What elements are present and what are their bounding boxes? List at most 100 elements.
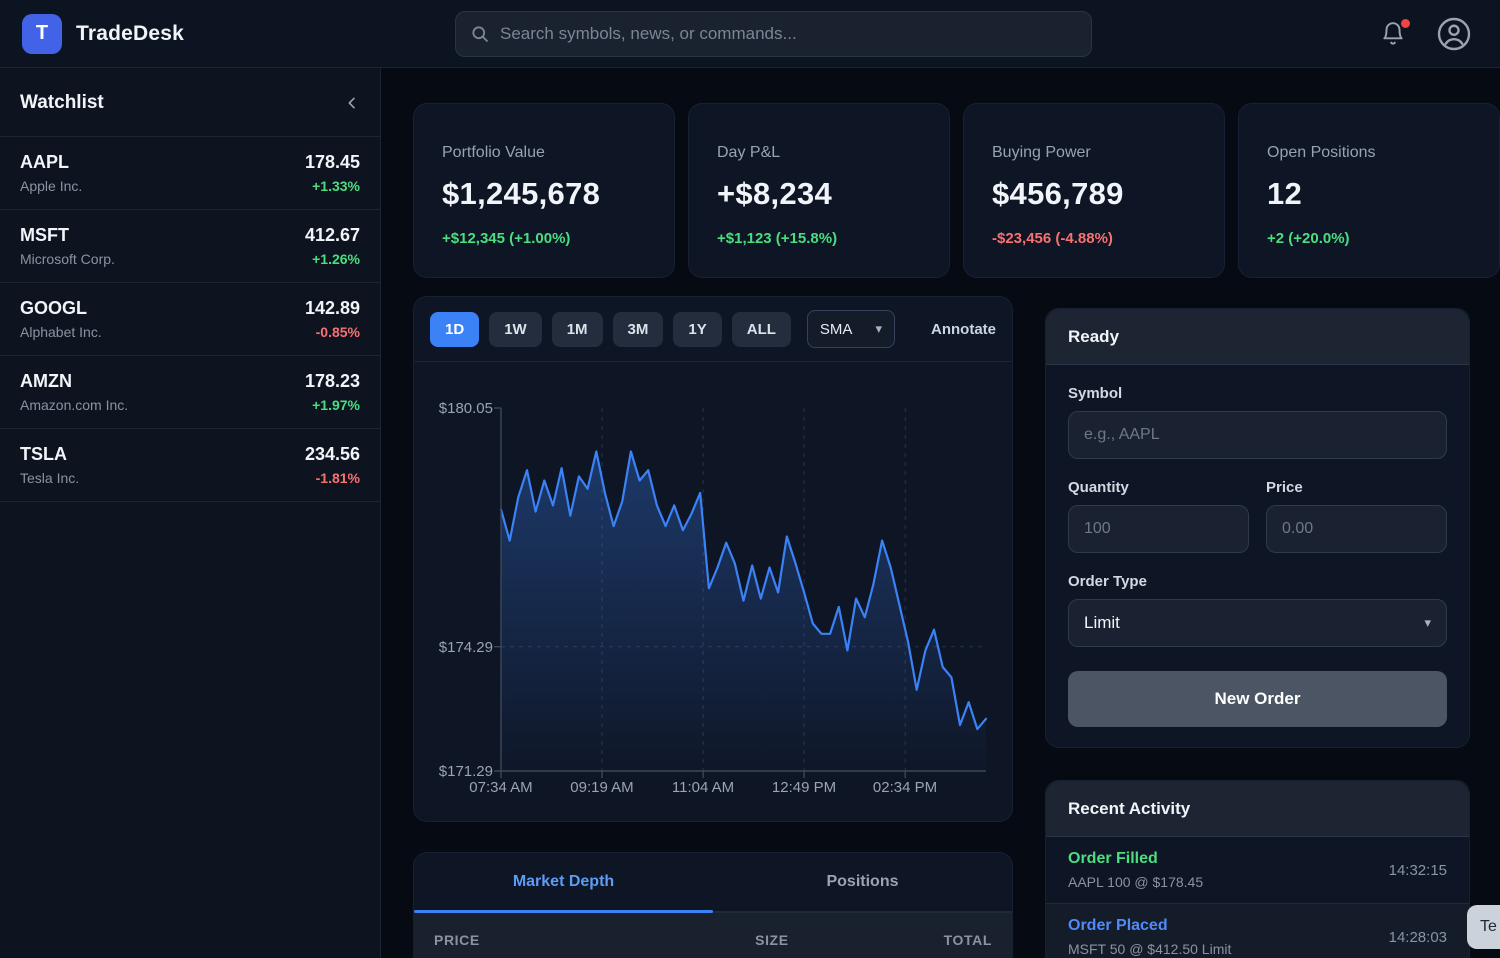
order-type-select[interactable]: Limit ▾ — [1068, 599, 1447, 647]
chevron-down-icon: ▾ — [875, 321, 882, 337]
watchlist-row-tsla[interactable]: TSLA Tesla Inc. 234.56 -1.81% — [0, 429, 380, 502]
order-type-selected-value: Limit — [1084, 613, 1120, 633]
y-axis-tick-label: $171.29 — [414, 763, 493, 780]
order-status-header: Ready — [1046, 309, 1469, 365]
watchlist-row-amzn[interactable]: AMZN Amazon.com Inc. 178.23 +1.97% — [0, 356, 380, 429]
global-search[interactable] — [455, 11, 1092, 57]
activity-row-order-placed: Order Placed MSFT 50 @ $412.50 Limit 14:… — [1046, 904, 1469, 958]
symbol-label: Symbol — [1068, 385, 1447, 402]
activity-row-order-filled: Order Filled AAPL 100 @ $178.45 14:32:15 — [1046, 837, 1469, 904]
annotate-button[interactable]: Annotate — [931, 321, 996, 338]
price-label: Price — [1266, 479, 1447, 496]
collapse-sidebar-button[interactable] — [344, 95, 360, 111]
ticker-price: 412.67 — [305, 225, 360, 246]
toast-notification: Te — [1467, 905, 1500, 949]
price-chart-panel: 1D 1W 1M 3M 1Y ALL SMA ▾ Annotate $180.0 — [413, 296, 1013, 822]
price-input[interactable] — [1266, 505, 1447, 553]
notifications-button[interactable] — [1380, 21, 1406, 47]
ticker-price: 178.45 — [305, 152, 360, 173]
x-axis-tick-label: 02:34 PM — [873, 779, 937, 796]
ticker-symbol: TSLA — [20, 444, 79, 465]
chart-canvas — [501, 408, 986, 771]
new-order-button[interactable]: New Order — [1068, 671, 1447, 727]
app-name: TradeDesk — [76, 22, 184, 46]
stat-label: Buying Power — [992, 144, 1196, 162]
order-ticket-panel: Ready Symbol Quantity Price — [1045, 308, 1470, 748]
indicator-selected-value: SMA — [820, 321, 853, 338]
activity-time: 14:28:03 — [1389, 929, 1447, 946]
x-axis-tick-label: 12:49 PM — [772, 779, 836, 796]
activity-status: Order Placed — [1068, 917, 1231, 935]
ticker-symbol: MSFT — [20, 225, 115, 246]
stat-change: +2 (+20.0%) — [1267, 230, 1471, 247]
stat-card-portfolio-value: Portfolio Value $1,245,678 +$12,345 (+1.… — [413, 103, 675, 278]
ticker-symbol: AAPL — [20, 152, 82, 173]
stat-label: Portfolio Value — [442, 144, 646, 162]
watchlist-row-msft[interactable]: MSFT Microsoft Corp. 412.67 +1.26% — [0, 210, 380, 283]
ticker-price: 142.89 — [305, 298, 360, 319]
watchlist-title: Watchlist — [20, 92, 104, 114]
ticker-symbol: GOOGL — [20, 298, 102, 319]
topbar: T TradeDesk — [0, 0, 1500, 68]
user-menu-button[interactable] — [1436, 16, 1472, 52]
stat-value: +$8,234 — [717, 176, 921, 212]
main-content: Portfolio Value $1,245,678 +$12,345 (+1.… — [381, 68, 1500, 958]
ticker-change: +1.26% — [305, 251, 360, 267]
timeframe-all-button[interactable]: ALL — [732, 312, 791, 347]
activity-detail: MSFT 50 @ $412.50 Limit — [1068, 941, 1231, 957]
depth-tabs: Market Depth Positions — [414, 853, 1012, 913]
search-icon — [470, 24, 490, 44]
stat-change: +$12,345 (+1.00%) — [442, 230, 646, 247]
ticker-symbol: AMZN — [20, 371, 128, 392]
stat-label: Open Positions — [1267, 144, 1471, 162]
company-name: Amazon.com Inc. — [20, 397, 128, 413]
chart-toolbar: 1D 1W 1M 3M 1Y ALL SMA ▾ Annotate — [414, 297, 1012, 362]
y-axis-tick-label: $180.05 — [414, 400, 493, 417]
price-chart: $180.05 $174.29 $171.29 07:34 AM 09:19 A… — [414, 362, 1012, 822]
company-name: Microsoft Corp. — [20, 251, 115, 267]
company-name: Alphabet Inc. — [20, 324, 102, 340]
watchlist-header: Watchlist — [0, 68, 380, 137]
symbol-input[interactable] — [1068, 411, 1447, 459]
market-depth-panel: Market Depth Positions PRICE SIZE TOTAL — [413, 852, 1013, 958]
timeframe-3m-button[interactable]: 3M — [613, 312, 664, 347]
tab-market-depth[interactable]: Market Depth — [414, 853, 713, 911]
timeframe-1w-button[interactable]: 1W — [489, 312, 542, 347]
company-name: Apple Inc. — [20, 178, 82, 194]
chevron-left-icon — [344, 95, 360, 111]
company-name: Tesla Inc. — [20, 470, 79, 486]
app-logo: T — [22, 14, 62, 54]
stats-row: Portfolio Value $1,245,678 +$12,345 (+1.… — [413, 103, 1500, 278]
recent-activity-title: Recent Activity — [1068, 799, 1190, 819]
timeframe-1y-button[interactable]: 1Y — [673, 312, 721, 347]
stat-card-buying-power: Buying Power $456,789 -$23,456 (-4.88%) — [963, 103, 1225, 278]
watchlist-sidebar: Watchlist AAPL Apple Inc. 178.45 +1.33% … — [0, 68, 381, 958]
timeframe-1m-button[interactable]: 1M — [552, 312, 603, 347]
quantity-label: Quantity — [1068, 479, 1249, 496]
indicator-select[interactable]: SMA ▾ — [807, 310, 895, 348]
order-type-label: Order Type — [1068, 573, 1447, 590]
ticker-change: +1.33% — [305, 178, 360, 194]
ticker-change: +1.97% — [305, 397, 360, 413]
stat-label: Day P&L — [717, 144, 921, 162]
order-status-text: Ready — [1068, 327, 1119, 347]
timeframe-1d-button[interactable]: 1D — [430, 312, 479, 347]
y-axis-tick-label: $174.29 — [414, 639, 493, 656]
column-header-price: PRICE — [414, 932, 613, 948]
activity-time: 14:32:15 — [1389, 862, 1447, 879]
activity-detail: AAPL 100 @ $178.45 — [1068, 874, 1203, 890]
ticker-change: -0.85% — [305, 324, 360, 340]
quantity-input[interactable] — [1068, 505, 1249, 553]
ticker-price: 178.23 — [305, 371, 360, 392]
stat-value: $1,245,678 — [442, 176, 646, 212]
x-axis-tick-label: 09:19 AM — [570, 779, 633, 796]
logo-letter: T — [36, 22, 48, 45]
activity-status: Order Filled — [1068, 850, 1203, 868]
depth-table-header: PRICE SIZE TOTAL — [414, 913, 1012, 958]
stat-change: +$1,123 (+15.8%) — [717, 230, 921, 247]
watchlist-row-googl[interactable]: GOOGL Alphabet Inc. 142.89 -0.85% — [0, 283, 380, 356]
tab-positions[interactable]: Positions — [713, 853, 1012, 911]
search-input[interactable] — [500, 24, 1077, 44]
column-header-total: TOTAL — [813, 932, 1012, 948]
watchlist-row-aapl[interactable]: AAPL Apple Inc. 178.45 +1.33% — [0, 137, 380, 210]
